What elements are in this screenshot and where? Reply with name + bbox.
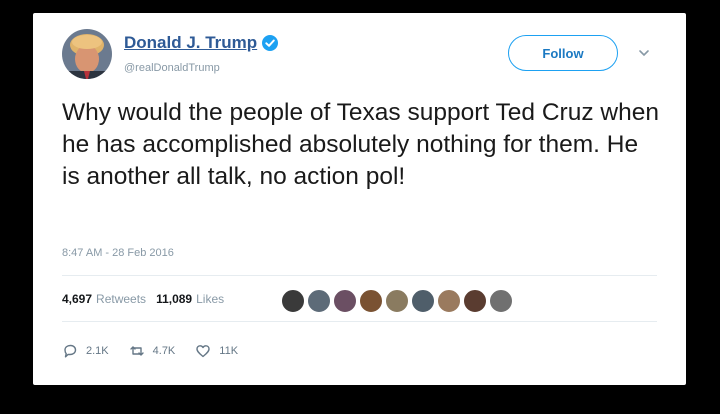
retweet-count: 4.7K (152, 345, 176, 357)
chevron-down-icon[interactable] (638, 48, 650, 58)
heart-icon (196, 345, 210, 358)
liker-avatar[interactable] (359, 289, 383, 313)
retweet-icon (129, 346, 144, 356)
like-button[interactable]: 11K (195, 343, 238, 359)
liker-avatar[interactable] (385, 289, 409, 313)
liker-avatar[interactable] (411, 289, 435, 313)
retweet-button[interactable]: 4.7K (129, 343, 176, 359)
reply-button[interactable]: 2.1K (62, 343, 109, 359)
verified-badge-icon (262, 35, 279, 51)
tweet-text: Why would the people of Texas support Te… (62, 99, 659, 190)
divider (62, 321, 657, 322)
engagement-stats: 4,697 Retweets 11,089 Likes (62, 292, 224, 306)
tweet-card: Donald J. Trump @realDonaldTrump Follow … (33, 13, 686, 385)
tweet-timestamp[interactable]: 8:47 AM - 28 Feb 2016 (62, 247, 174, 259)
like-count: 11K (219, 345, 239, 357)
liker-avatar[interactable] (463, 289, 487, 313)
reply-count: 2.1K (86, 345, 109, 357)
avatar[interactable] (62, 29, 112, 79)
liker-avatar[interactable] (333, 289, 357, 313)
retweets-count[interactable]: 4,697 (62, 292, 92, 306)
likes-count[interactable]: 11,089 (156, 292, 192, 306)
liker-avatar[interactable] (307, 289, 331, 313)
display-name[interactable]: Donald J. Trump (124, 33, 257, 53)
liker-avatars (281, 289, 515, 313)
likes-label[interactable]: Likes (196, 292, 224, 306)
liker-avatar[interactable] (437, 289, 461, 313)
tweet-actions: 2.1K 4.7K 11K (62, 343, 258, 359)
reply-icon (64, 344, 77, 358)
liker-avatar[interactable] (489, 289, 513, 313)
retweets-label[interactable]: Retweets (96, 292, 146, 306)
liker-avatar[interactable] (281, 289, 305, 313)
user-handle[interactable]: @realDonaldTrump (124, 62, 220, 74)
divider (62, 275, 657, 276)
follow-button[interactable]: Follow (508, 35, 618, 71)
